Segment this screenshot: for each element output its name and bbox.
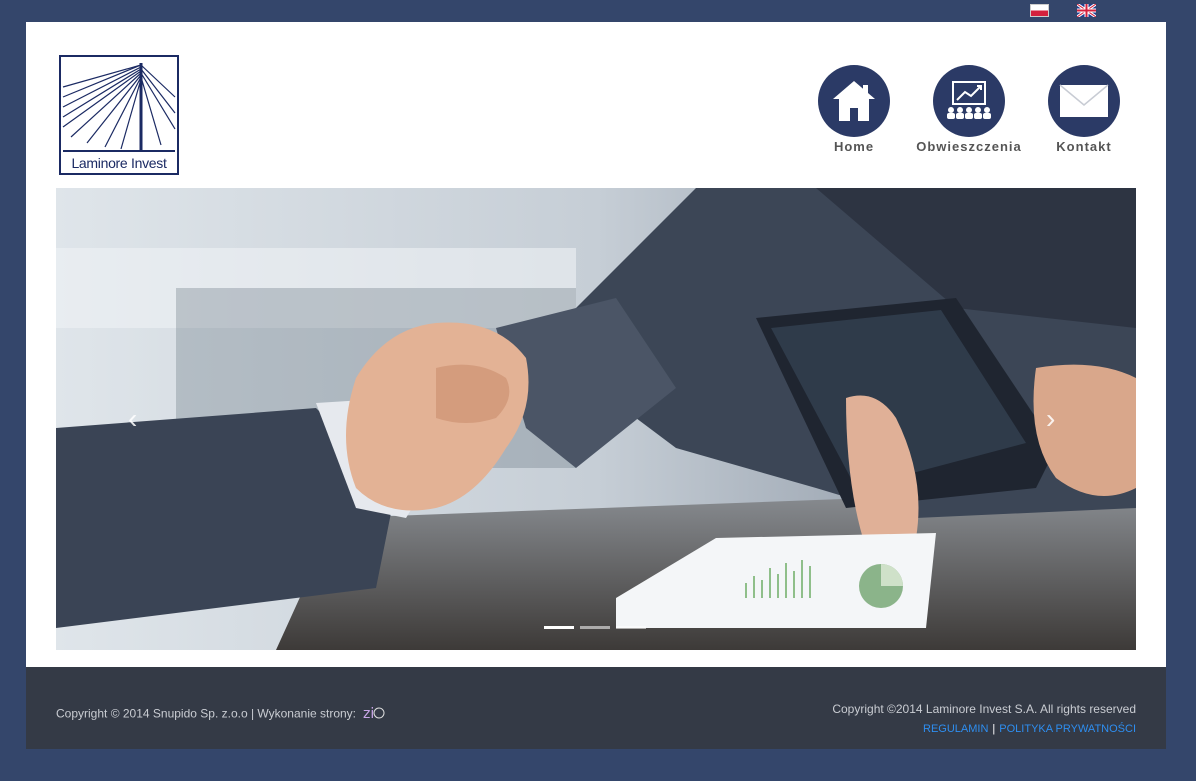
site-footer: Copyright © 2014 Snupido Sp. z.o.o | Wyk…	[26, 667, 1166, 749]
handshake-business-photo	[56, 188, 1136, 650]
logo-text: Laminore Invest	[71, 155, 167, 171]
terms-link[interactable]: REGULAMIN	[923, 723, 988, 735]
footer-copyright-right: Copyright ©2014 Laminore Invest S.A. All…	[832, 702, 1136, 716]
footer-left: Copyright © 2014 Snupido Sp. z.o.o | Wyk…	[56, 702, 387, 727]
site-logo[interactable]: Laminore Invest	[59, 55, 179, 175]
nav-label-home: Home	[833, 139, 875, 154]
carousel-prev-button[interactable]: ‹	[128, 403, 137, 435]
privacy-policy-link[interactable]: POLITYKA PRYWATNOŚCI	[999, 723, 1136, 735]
footer-links: REGULAMIN | POLITYKA PRYWATNOŚCI	[923, 723, 1136, 735]
carousel-indicator-2[interactable]	[580, 626, 610, 629]
footer-links-separator: |	[992, 723, 996, 735]
bridge-logo-icon	[62, 63, 176, 152]
nav-item-home[interactable]: Home	[799, 65, 909, 154]
carousel-indicator-1[interactable]	[544, 626, 574, 629]
nav-item-kontakt[interactable]: Kontakt	[1029, 65, 1139, 154]
poland-flag-icon[interactable]	[1030, 4, 1049, 17]
presentation-chart-icon	[933, 65, 1005, 137]
svg-text:zi: zi	[363, 706, 374, 722]
footer-copyright-left: Copyright © 2014 Snupido Sp. z.o.o | Wyk…	[56, 706, 357, 721]
page-container: Laminore Invest Home Obwieszczenia Konta…	[26, 22, 1166, 667]
uk-flag-icon[interactable]	[1076, 2, 1097, 19]
envelope-icon	[1048, 65, 1120, 137]
nav-label-kontakt: Kontakt	[1056, 139, 1112, 154]
carousel-indicator-3[interactable]	[616, 626, 646, 629]
hero-carousel[interactable]: ‹ ›	[56, 188, 1136, 650]
house-icon	[818, 65, 890, 137]
nav-item-obwieszczenia[interactable]: Obwieszczenia	[914, 65, 1024, 154]
nav-label-obwieszczenia: Obwieszczenia	[916, 139, 1022, 154]
carousel-next-button[interactable]: ›	[1046, 403, 1055, 435]
maker-logo-icon[interactable]: zi	[361, 702, 387, 727]
